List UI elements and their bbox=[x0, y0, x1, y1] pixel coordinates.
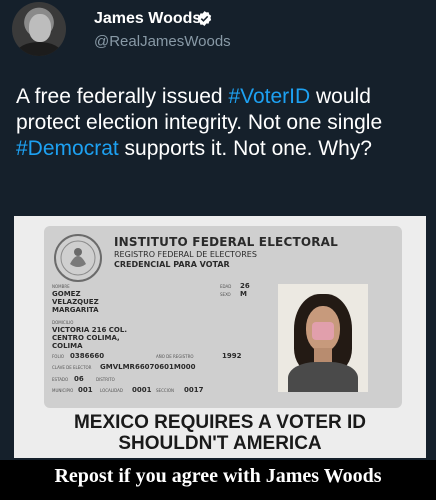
municipio-label: MUNICIPIO bbox=[52, 388, 74, 393]
seccion-label: SECCION bbox=[156, 388, 174, 393]
nombre-value: GOMEZ VELAZQUEZ MARGARITA bbox=[52, 290, 99, 314]
photo-shirt bbox=[288, 362, 358, 392]
card-title: INSTITUTO FEDERAL ELECTORAL bbox=[114, 235, 339, 249]
nombre-label: NOMBRE bbox=[52, 284, 70, 289]
estado-label: ESTADO bbox=[52, 377, 69, 382]
card-subtitle-credential: CREDENCIAL PARA VOTAR bbox=[114, 260, 230, 269]
verified-badge-icon bbox=[197, 11, 212, 26]
clave-value: GMVLMR66070601M000 bbox=[100, 363, 196, 371]
sexo-value: M bbox=[240, 290, 247, 298]
hashtag-democrat[interactable]: #Democrat bbox=[16, 137, 119, 160]
folio-label: FOLIO bbox=[52, 354, 65, 359]
voter-id-card: INSTITUTO FEDERAL ELECTORAL REGISTRO FED… bbox=[44, 226, 402, 408]
domicilio-label: DOMICILIO bbox=[52, 320, 74, 325]
tweet-header: James Woods @RealJamesWoods bbox=[0, 0, 436, 66]
domicilio-value: VICTORIA 216 COL. CENTRO COLIMA, COLIMA bbox=[52, 326, 127, 350]
avatar[interactable] bbox=[12, 2, 66, 56]
municipio-value: 001 bbox=[78, 386, 93, 394]
avatar-shoulders bbox=[16, 42, 62, 56]
distrito-label: DISTRITO bbox=[96, 377, 115, 382]
edad-value: 26 bbox=[240, 282, 250, 290]
display-name[interactable]: James Woods bbox=[94, 10, 201, 28]
hologram-stamp bbox=[312, 322, 334, 340]
user-handle[interactable]: @RealJamesWoods bbox=[94, 33, 231, 50]
card-subtitle: REGISTRO FEDERAL DE ELECTORES bbox=[114, 250, 257, 259]
repost-banner: Repost if you agree with James Woods bbox=[0, 460, 436, 500]
tweet-text: A free federally issued #VoterID would p… bbox=[16, 84, 426, 162]
mexico-seal-icon bbox=[54, 234, 102, 282]
localidad-value: 0001 bbox=[132, 386, 152, 394]
estado-value: 06 bbox=[74, 375, 84, 383]
tweet-media-image[interactable]: INSTITUTO FEDERAL ELECTORAL REGISTRO FED… bbox=[14, 216, 426, 458]
repost-banner-text: Repost if you agree with James Woods bbox=[54, 465, 382, 487]
tweet-text-segment: A free federally issued bbox=[16, 85, 229, 108]
sexo-label: SEXO bbox=[220, 292, 231, 297]
avatar-face bbox=[29, 14, 51, 42]
seccion-value: 0017 bbox=[184, 386, 204, 394]
registro-value: 1992 bbox=[222, 352, 242, 360]
clave-label: CLAVE DE ELECTOR bbox=[52, 365, 92, 370]
registro-label: AÑO DE REGISTRO bbox=[156, 354, 194, 359]
media-caption-line2: SHOULDN'T AMERICA bbox=[118, 433, 322, 454]
media-caption-line1: MEXICO REQUIRES A VOTER ID bbox=[73, 412, 367, 433]
hashtag-voterid[interactable]: #VoterID bbox=[228, 85, 310, 108]
edad-label: EDAD bbox=[220, 284, 232, 289]
localidad-label: LOCALIDAD bbox=[100, 388, 123, 393]
folio-value: 0386660 bbox=[70, 352, 105, 360]
tweet-text-segment: supports it. Not one. Why? bbox=[118, 137, 372, 160]
